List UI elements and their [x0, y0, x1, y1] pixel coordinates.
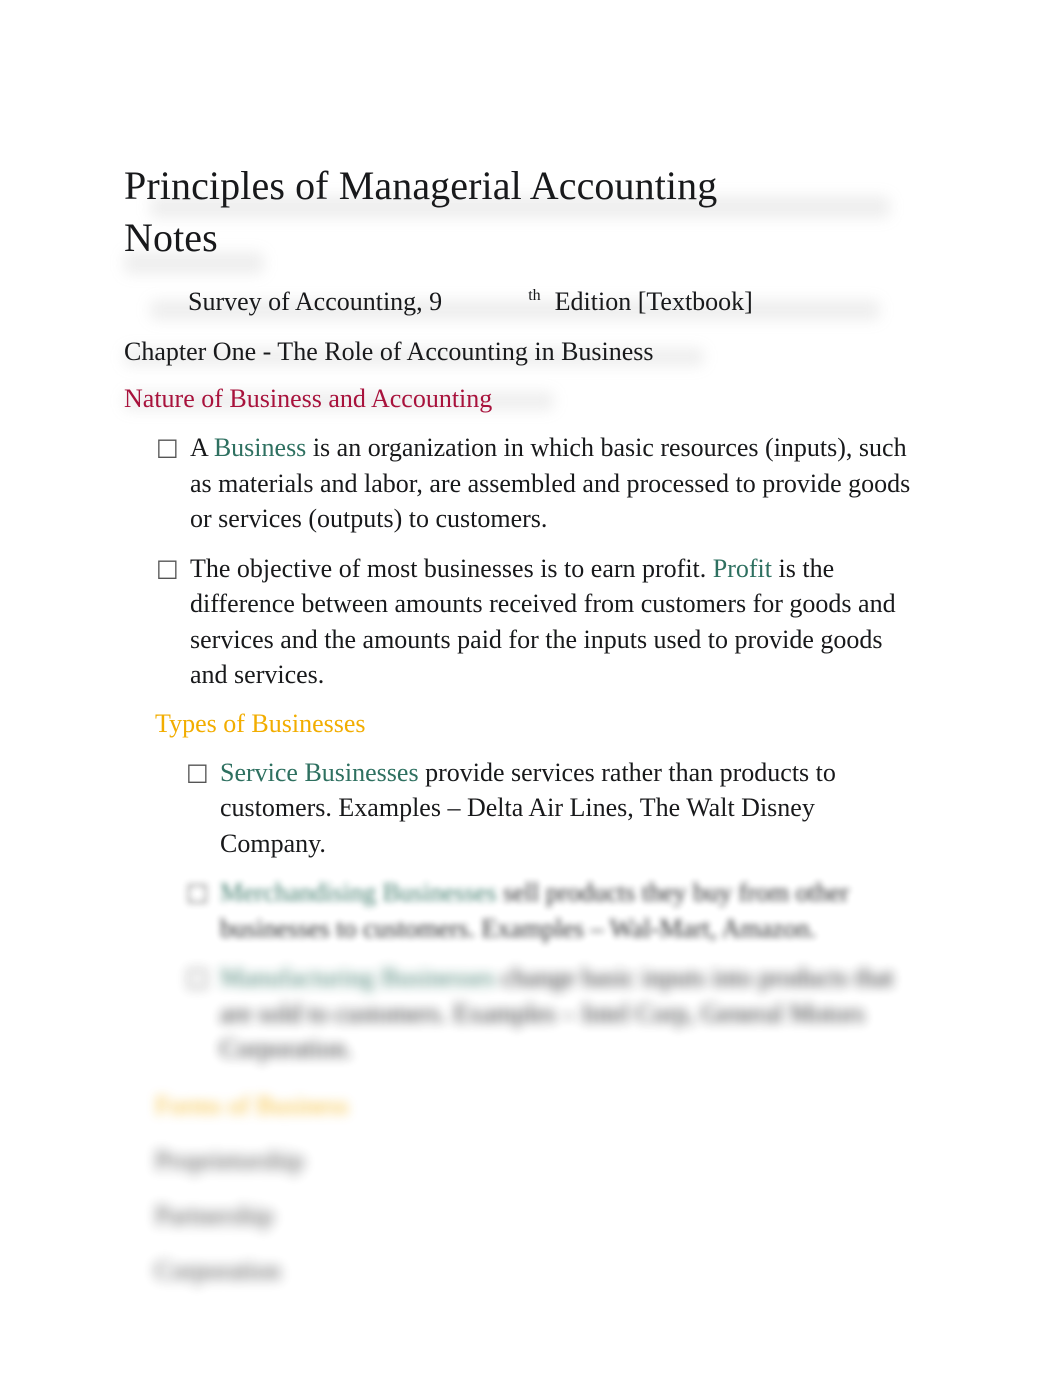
list-item: □ A Business is an organization in which… [124, 430, 924, 537]
list-item-text: A Business is an organization in which b… [190, 430, 924, 537]
bullet-text-before: A [190, 433, 214, 462]
key-term-merchandising-businesses: Merchandising Businesses [220, 878, 497, 907]
chapter-heading: Chapter One - The Role of Accounting in … [124, 337, 654, 366]
list-item: □ Merchandising Businesses sell products… [124, 875, 924, 946]
document-body: Principles of Managerial Accounting Note… [124, 160, 924, 1288]
bullet-marker-icon: □ [156, 433, 179, 461]
bullet-marker-icon: □ [186, 963, 209, 991]
bullet-text-before: The objective of most businesses is to e… [190, 553, 713, 583]
bullet-marker-icon: □ [186, 757, 209, 786]
form-of-business-proprietorship: Proprietorship [155, 1145, 304, 1175]
document-subtitle: Survey of Accounting, 9 th Edition [Textbo… [124, 285, 924, 319]
list-item-text: Manufacturing Businesses change basic in… [220, 960, 924, 1067]
list-item-text: Merchandising Businesses sell products t… [220, 875, 924, 946]
types-bullet-list: □ Service Businesses provide services ra… [124, 755, 924, 1067]
nature-bullet-list: □ A Business is an organization in which… [124, 430, 924, 693]
key-term-service-businesses: Service Businesses [220, 757, 419, 787]
subtitle-tail: Edition [Textbook] [554, 287, 753, 316]
key-term-profit: Profit [712, 553, 773, 583]
subtitle-lead: Survey of Accounting, 9 [188, 287, 443, 316]
bullet-marker-icon: □ [156, 553, 179, 582]
subtitle-superscript: th [528, 287, 541, 304]
page-title: Principles of Managerial Accounting Note… [124, 163, 718, 260]
document-page: Principles of Managerial Accounting Note… [0, 0, 1062, 1377]
bullet-marker-icon: □ [186, 878, 209, 906]
list-item: □ Manufacturing Businesses change basic … [124, 960, 924, 1067]
sub-heading-forms-of-business: Forms of Business [155, 1090, 349, 1120]
form-of-business-partnership: Partnership [155, 1200, 274, 1230]
form-of-business-corporation: Corporation [155, 1255, 281, 1285]
key-term-business: Business [213, 433, 307, 462]
key-term-manufacturing-businesses: Manufacturing Businesses [220, 963, 496, 992]
list-item-text: The objective of most businesses is to e… [190, 551, 924, 693]
list-item-text: Service Businesses provide services rath… [220, 755, 924, 862]
section-heading-nature-of-business: Nature of Business and Accounting [124, 384, 493, 413]
sub-heading-types-of-businesses: Types of Businesses [155, 708, 366, 738]
list-item: □ Service Businesses provide services ra… [124, 755, 924, 862]
list-item: □ The objective of most businesses is to… [124, 551, 924, 693]
